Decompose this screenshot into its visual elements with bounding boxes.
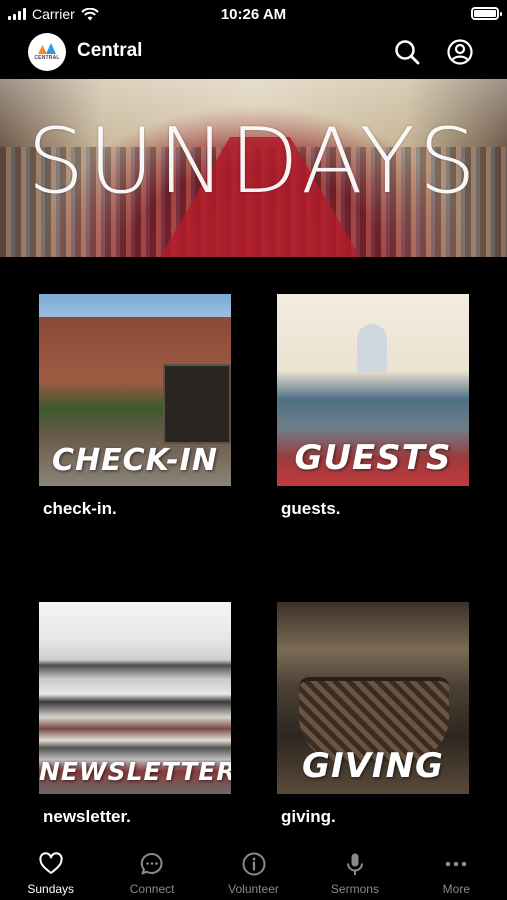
guests-caption: guests. [281, 499, 341, 518]
hero-title: SUNDAYS [27, 109, 480, 214]
tab-connect-label: Connect [129, 882, 175, 896]
check-in-overlay: CHECK-IN [52, 443, 218, 478]
tab-bar: Sundays Connect Volunteer Sermons More [0, 840, 507, 900]
newsletter-image: NEWSLETTER [39, 602, 231, 794]
church-logo[interactable]: CENTRAL [28, 33, 66, 71]
ellipsis-icon [446, 861, 467, 867]
logo-text: CENTRAL [34, 55, 60, 61]
tab-sundays-label: Sundays [27, 882, 75, 896]
status-time: 10:26 AM [220, 6, 287, 23]
newsletter-overlay: NEWSLETTER [39, 757, 231, 786]
chat-bubble-icon [140, 852, 163, 875]
check-in-image: CHECK-IN [39, 294, 231, 486]
app-header: CENTRAL Central [0, 28, 507, 78]
giving-caption: giving. [281, 807, 336, 826]
search-icon[interactable] [393, 38, 421, 66]
newsletter-caption: newsletter. [43, 807, 131, 826]
guests-overlay: GUESTS [294, 438, 452, 478]
tile-guests[interactable]: GUESTS guests. [277, 294, 469, 519]
tile-newsletter[interactable]: NEWSLETTER newsletter. [39, 602, 231, 827]
tab-sermons-label: Sermons [330, 882, 379, 896]
status-bar: Carrier 10:26 AM [0, 0, 507, 28]
hero-banner[interactable]: SUNDAYS [0, 79, 507, 257]
info-icon [242, 852, 266, 876]
check-in-caption: check-in. [43, 499, 117, 518]
battery-icon [471, 7, 502, 20]
tab-connect[interactable]: Connect [101, 840, 202, 900]
tab-more[interactable]: More [406, 840, 507, 900]
guests-image: GUESTS [277, 294, 469, 486]
app-title: Central [77, 40, 143, 61]
logo-mark-icon [38, 43, 56, 54]
profile-icon[interactable] [446, 38, 474, 66]
giving-image: GIVING [277, 602, 469, 794]
microphone-icon [346, 853, 363, 875]
tile-check-in[interactable]: CHECK-IN check-in. [39, 294, 231, 519]
church-sign-image [163, 364, 231, 444]
giving-overlay: GIVING [302, 746, 444, 786]
heart-icon [39, 852, 63, 874]
tab-sermons[interactable]: Sermons [304, 840, 405, 900]
sanctuary-window-image [357, 324, 387, 372]
tab-volunteer-label: Volunteer [228, 882, 279, 896]
tab-more-label: More [442, 882, 470, 896]
tab-volunteer[interactable]: Volunteer [203, 840, 304, 900]
tab-sundays[interactable]: Sundays [0, 840, 101, 900]
tile-giving[interactable]: GIVING giving. [277, 602, 469, 827]
